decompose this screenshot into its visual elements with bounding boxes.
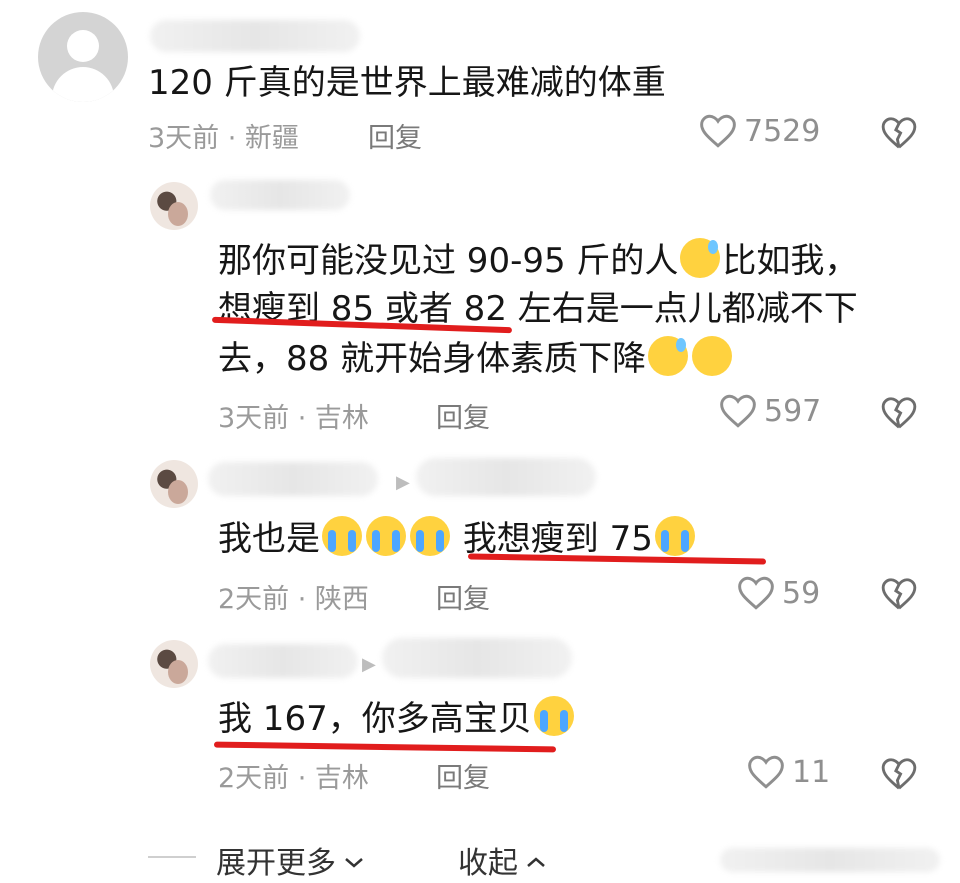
like-button[interactable]: 11 xyxy=(746,754,830,790)
collapse-button[interactable]: 收起 xyxy=(458,838,548,882)
crying-emoji-icon xyxy=(410,516,450,556)
comment-meta: 3天前 · 新疆 xyxy=(148,123,299,154)
broken-heart-icon[interactable] xyxy=(880,395,918,431)
chevron-down-icon xyxy=(342,843,366,878)
comment-text: 120 斤真的是世界上最难减的体重 xyxy=(148,63,666,103)
comment-meta: 2天前 · 吉林 xyxy=(218,763,369,794)
divider xyxy=(148,856,196,858)
reply-button[interactable]: 回复 xyxy=(436,577,490,616)
broken-heart-icon[interactable] xyxy=(880,576,918,612)
grin-sweat-emoji-icon xyxy=(680,238,721,278)
avatar[interactable] xyxy=(150,460,198,508)
reply-button[interactable]: 回复 xyxy=(368,116,422,155)
username-redacted xyxy=(210,180,350,210)
comment-meta: 3天前 · 吉林 xyxy=(218,403,369,434)
reply-arrow-icon: ▶ xyxy=(396,472,410,493)
chevron-up-icon xyxy=(524,843,548,878)
collapse-label: 收起 xyxy=(458,846,518,881)
broken-heart-icon[interactable] xyxy=(880,115,918,151)
comment-text-segment: 比如我， xyxy=(722,241,859,281)
username-redacted xyxy=(208,462,378,496)
like-button[interactable]: 597 xyxy=(718,393,821,429)
comment-text-segment: 我 167，你多高宝贝 xyxy=(218,699,532,739)
comment-text-segment: 去，88 就开始身体素质下降 xyxy=(218,339,647,379)
heart-icon xyxy=(698,113,738,149)
smile-emoji-icon xyxy=(692,336,733,376)
reply-button[interactable]: 回复 xyxy=(436,396,490,435)
grin-sweat-emoji-icon xyxy=(648,336,689,376)
like-count: 59 xyxy=(782,575,821,611)
reply-button[interactable]: 回复 xyxy=(436,756,490,795)
like-button[interactable]: 59 xyxy=(736,575,820,611)
reply-arrow-icon: ▶ xyxy=(362,654,376,675)
crying-emoji-icon xyxy=(322,516,362,556)
username-redacted xyxy=(150,20,360,52)
like-count: 7529 xyxy=(744,113,821,149)
comment-text-segment: 我也是 xyxy=(218,519,320,559)
comment-text: 我 167，你多高宝贝 xyxy=(218,694,576,744)
crying-emoji-icon xyxy=(654,516,695,556)
comment-text-line-1: 那你可能没见过 90-95 斤的人 比如我， xyxy=(218,236,858,286)
like-button[interactable]: 7529 xyxy=(698,113,820,149)
avatar[interactable] xyxy=(150,640,198,688)
expand-more-button[interactable]: 展开更多 xyxy=(216,838,366,882)
username-redacted xyxy=(208,644,358,678)
avatar-body-shape xyxy=(52,67,114,102)
username-redacted xyxy=(382,638,572,678)
expand-more-label: 展开更多 xyxy=(216,846,336,881)
like-count: 597 xyxy=(764,393,822,429)
username-redacted xyxy=(416,458,596,496)
comment-text-line-2: 想瘦到 85 或者 82 左右是一点儿都减不下 xyxy=(218,289,858,329)
heart-icon xyxy=(746,754,786,790)
avatar[interactable] xyxy=(38,12,128,102)
heart-icon xyxy=(718,393,758,429)
crying-emoji-icon xyxy=(533,696,574,736)
crying-emoji-icon xyxy=(366,516,406,556)
like-count: 11 xyxy=(792,754,831,790)
broken-heart-icon[interactable] xyxy=(880,756,918,792)
heart-icon xyxy=(736,575,776,611)
avatar-head-shape xyxy=(67,30,99,62)
avatar[interactable] xyxy=(150,182,198,230)
redacted-area xyxy=(720,848,940,872)
comment-text-line-3: 去，88 就开始身体素质下降 xyxy=(218,334,734,384)
comment-meta: 2天前 · 陕西 xyxy=(218,584,369,615)
comment-text-segment: 那你可能没见过 90-95 斤的人 xyxy=(218,241,679,281)
